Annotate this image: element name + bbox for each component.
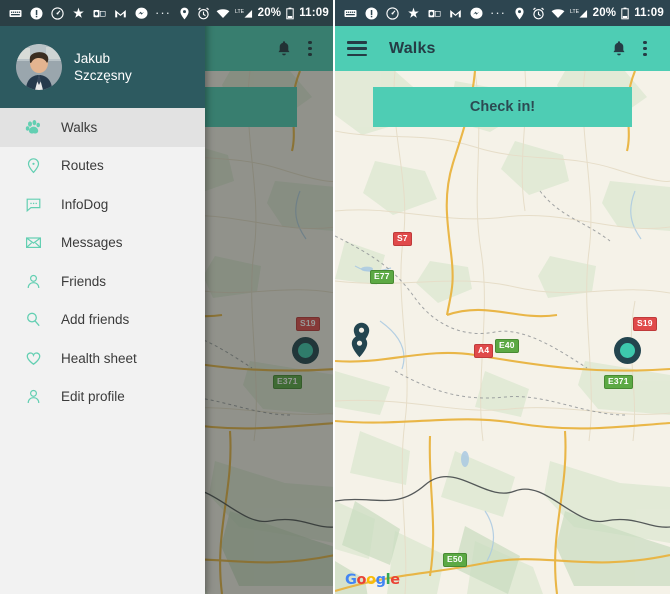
sidebar-item-edit-profile[interactable]: Edit profile xyxy=(0,378,205,417)
more-notifications-icon: ··· xyxy=(155,5,171,20)
svg-text:LTE: LTE xyxy=(235,9,245,15)
road-shield-e371: E371 xyxy=(604,375,633,389)
road-shield-e77: E77 xyxy=(370,270,394,284)
status-bar-notifications-left: ··· xyxy=(8,6,178,20)
gmail-icon xyxy=(113,6,127,20)
keyboard-icon xyxy=(8,6,22,20)
heart-icon xyxy=(22,347,44,369)
wifi-icon xyxy=(216,6,230,20)
compass-plus-icon xyxy=(71,6,85,20)
cellular-signal-icon-right: LTE xyxy=(570,6,588,20)
alarm-clock-icon xyxy=(197,6,211,20)
sidebar-item-label-walks: Walks xyxy=(61,119,98,135)
sidebar-item-label-health-sheet: Health sheet xyxy=(61,350,137,366)
road-shield-e50: E50 xyxy=(443,553,467,567)
clock-left: 11:09 xyxy=(299,7,329,19)
avatar[interactable] xyxy=(16,44,62,90)
alarm-clock-icon-right xyxy=(532,6,546,20)
drawer-menu-list: Walks Routes InfoDog Messages Friends Ad… xyxy=(0,108,205,416)
road-shield-e40: E40 xyxy=(495,339,519,353)
person-edit-icon xyxy=(22,386,44,408)
app-bar-right: Walks xyxy=(335,26,670,71)
battery-percent-left: 20% xyxy=(257,7,282,19)
map-pin-icon xyxy=(22,155,44,177)
messenger-icon-right xyxy=(469,6,483,20)
more-notifications-icon-right: ··· xyxy=(490,5,506,20)
sidebar-item-friends[interactable]: Friends xyxy=(0,262,205,301)
sidebar-item-add-friends[interactable]: Add friends xyxy=(0,301,205,340)
navigation-drawer: Jakub Szczęsny Walks Routes InfoDog Mess… xyxy=(0,0,205,594)
sidebar-item-label-messages: Messages xyxy=(61,235,123,251)
keyboard-icon-right xyxy=(343,6,357,20)
sidebar-item-messages[interactable]: Messages xyxy=(0,224,205,263)
status-bar-system-right: LTE 20% 11:09 xyxy=(513,6,664,20)
check-in-button[interactable]: Check in! xyxy=(373,87,632,127)
drawer-header: Jakub Szczęsny xyxy=(0,26,205,108)
sidebar-item-infodog[interactable]: InfoDog xyxy=(0,185,205,224)
exclamation-icon xyxy=(29,6,43,20)
status-bar-system-left: LTE 20% 11:09 xyxy=(178,6,329,20)
hamburger-menu-icon-right[interactable] xyxy=(347,41,367,56)
walk-pin-marker-2[interactable] xyxy=(351,335,368,358)
battery-icon-right xyxy=(621,6,629,20)
envelope-icon xyxy=(22,232,44,254)
status-bar-notifications-right: ··· xyxy=(343,6,513,20)
road-shield-a4: A4 xyxy=(474,344,494,358)
paw-icon xyxy=(22,116,44,138)
user-last-name: Szczęsny xyxy=(74,68,132,83)
speedometer-icon xyxy=(50,6,64,20)
overflow-menu-icon-right[interactable] xyxy=(632,36,658,62)
road-shield-s7: S7 xyxy=(393,232,412,246)
walk-circle-marker[interactable] xyxy=(614,337,641,364)
user-first-name: Jakub xyxy=(74,51,111,66)
sidebar-item-health-sheet[interactable]: Health sheet xyxy=(0,339,205,378)
sidebar-item-label-infodog: InfoDog xyxy=(61,196,109,212)
location-pin-icon xyxy=(178,6,192,20)
bell-icon-right[interactable] xyxy=(606,36,632,62)
clock-right: 11:09 xyxy=(634,7,664,19)
compass-plus-icon-right xyxy=(406,6,420,20)
wifi-icon-right xyxy=(551,6,565,20)
battery-icon xyxy=(286,6,294,20)
svg-text:LTE: LTE xyxy=(570,9,580,15)
status-bar-right: ··· LTE 20% 11:09 xyxy=(335,0,670,26)
status-bar-left: ··· LTE 20% 11:09 xyxy=(0,0,333,26)
exclamation-icon-right xyxy=(364,6,378,20)
sidebar-item-label-routes: Routes xyxy=(61,158,104,174)
messenger-icon xyxy=(134,6,148,20)
app-bar-title-right: Walks xyxy=(389,39,436,57)
speedometer-icon-right xyxy=(385,6,399,20)
outlook-icon xyxy=(92,6,106,20)
map-canvas-right xyxy=(335,71,670,594)
person-icon xyxy=(22,270,44,292)
road-shield-s19: S19 xyxy=(633,317,657,331)
phone-screen-map: ··· LTE 20% 11:09 Walks Check in! S7 E77… xyxy=(335,0,670,594)
search-icon xyxy=(22,309,44,331)
screenshot-root: Walks xyxy=(0,0,670,594)
cellular-signal-icon: LTE xyxy=(235,6,253,20)
sidebar-item-label-add-friends: Add friends xyxy=(61,312,130,328)
google-attribution: Google xyxy=(345,572,400,588)
chat-bubble-icon xyxy=(22,193,44,215)
sidebar-item-label-edit-profile: Edit profile xyxy=(61,389,125,405)
outlook-icon-right xyxy=(427,6,441,20)
gmail-icon-right xyxy=(448,6,462,20)
sidebar-item-label-friends: Friends xyxy=(61,273,107,289)
sidebar-item-routes[interactable]: Routes xyxy=(0,147,205,186)
sidebar-item-walks[interactable]: Walks xyxy=(0,108,205,147)
location-pin-icon-right xyxy=(513,6,527,20)
phone-screen-drawer-open: Walks xyxy=(0,0,335,594)
battery-percent-right: 20% xyxy=(592,7,617,19)
map-view-right[interactable]: Check in! S7 E77 A4 E40 S19 E371 E50 Goo… xyxy=(335,71,670,594)
drawer-user-name: Jakub Szczęsny xyxy=(74,50,132,84)
